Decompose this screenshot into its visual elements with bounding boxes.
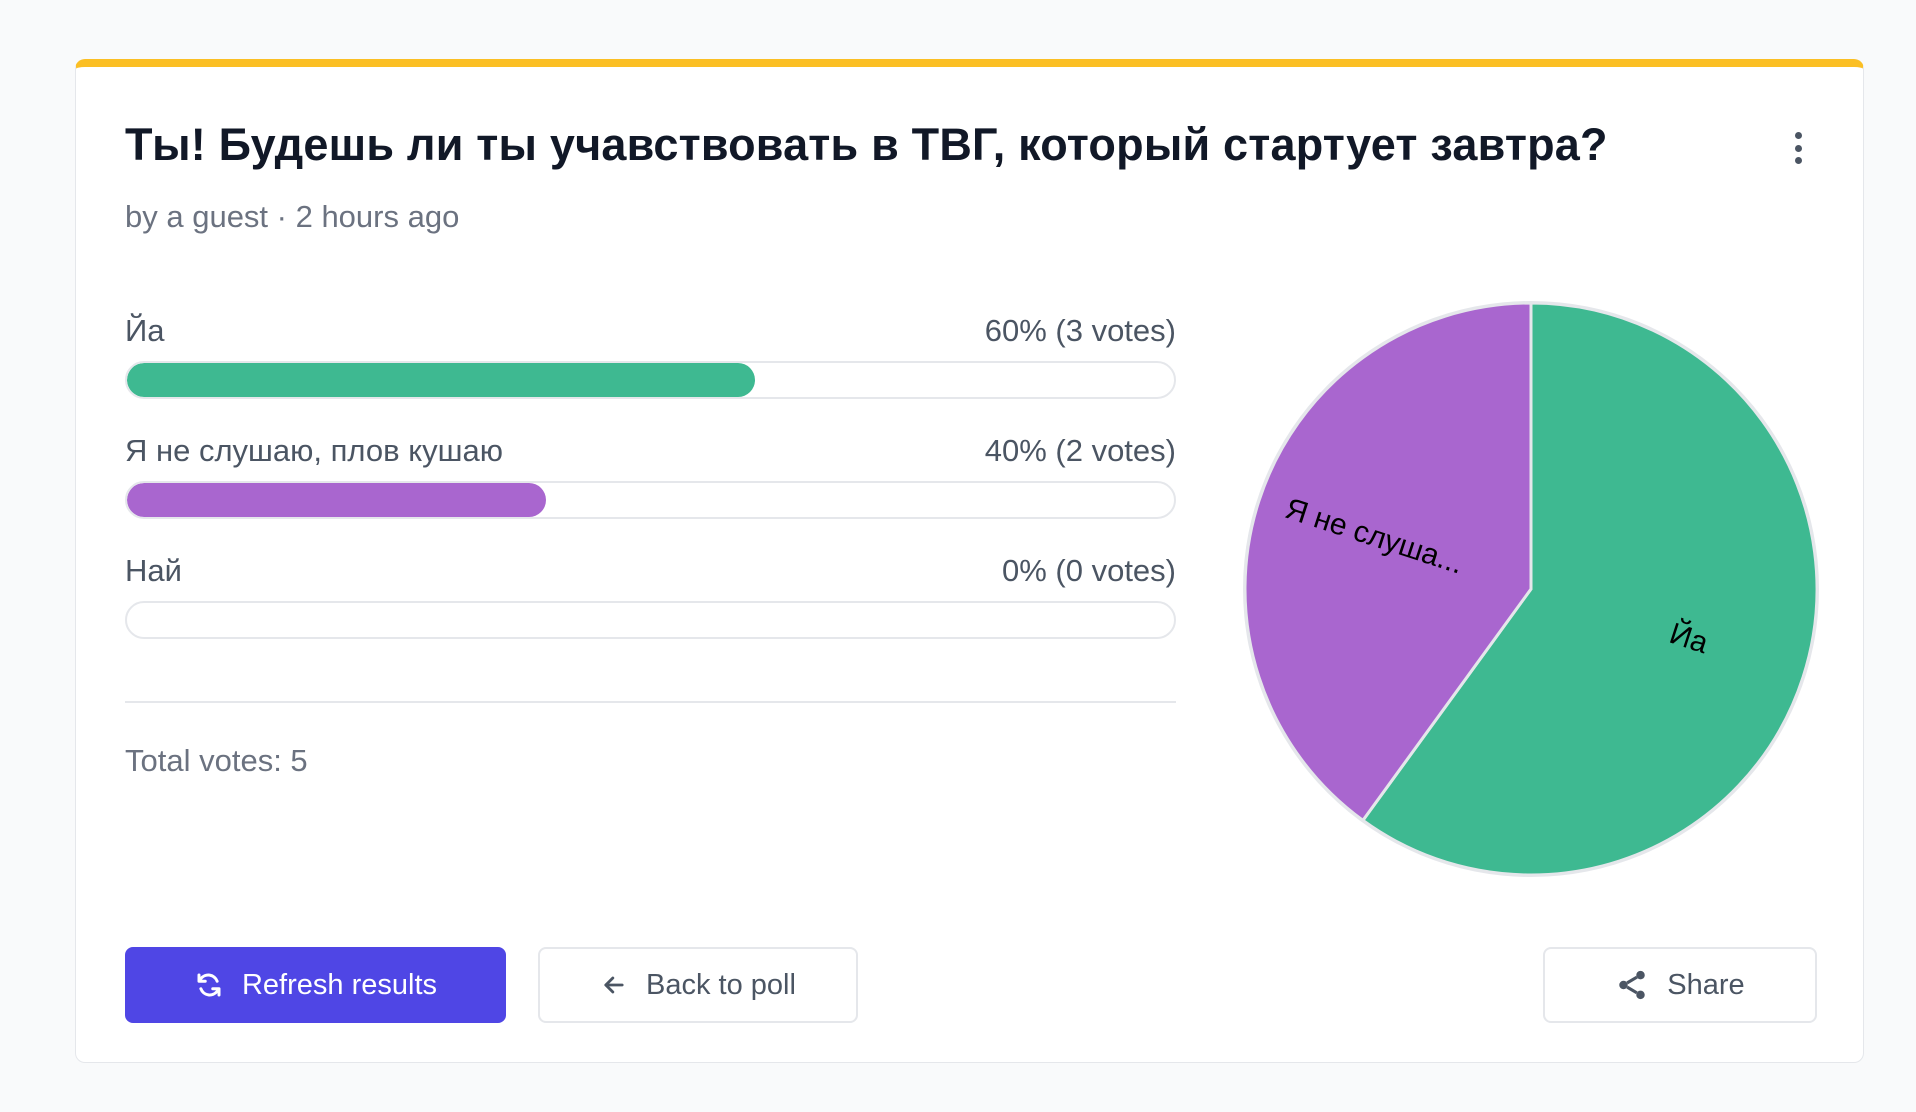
option-header: Я не слушаю, плов кушаю 40% (2 votes) [125,433,1176,475]
result-option: Йа 60% (3 votes) [125,313,1176,433]
option-label: Най [125,553,182,588]
result-bar-fill [127,363,756,397]
result-option: Я не слушаю, плов кушаю 40% (2 votes) [125,433,1176,553]
result-bar-track [125,481,1176,519]
refresh-icon [197,973,221,997]
poll-meta: by a guest · 2 hours ago [125,199,460,234]
results-list: Йа 60% (3 votes) Я не слушаю, плов кушаю… [125,313,1176,673]
more-options-icon[interactable] [1786,126,1810,170]
refresh-label: Refresh results [241,968,437,1001]
divider [125,701,1176,703]
result-bar-fill [127,483,546,517]
menu-dot [1794,144,1802,152]
option-header: Най 0% (0 votes) [125,553,1176,595]
option-label: Йа [125,313,165,348]
back-to-poll-button[interactable]: Back to poll [538,947,858,1023]
total-votes: Total votes: 5 [125,743,308,778]
menu-dot [1794,132,1802,139]
result-option: Най 0% (0 votes) [125,553,1176,673]
option-result: 40% (2 votes) [984,433,1176,468]
share-button[interactable]: Share [1543,947,1817,1023]
option-label: Я не слушаю, плов кушаю [125,433,503,468]
pie-chart-svg: ЙаЯ не слуша... [1243,301,1819,877]
share-label: Share [1667,968,1745,1001]
menu-dot [1794,157,1802,164]
back-label: Back to poll [646,968,796,1001]
pie-chart: Йа Я не слуша... [1241,299,1821,879]
option-header: Йа 60% (3 votes) [125,313,1176,355]
result-bar-track [125,601,1176,639]
arrow-left-icon [604,976,624,994]
share-icon [1619,970,1646,1000]
poll-results-card: Ты! Будешь ли ты учавствовать в ТВГ, кот… [75,59,1864,1063]
option-result: 60% (3 votes) [984,313,1176,348]
option-result: 0% (0 votes) [1001,553,1176,588]
result-bar-track [125,361,1176,399]
poll-title: Ты! Будешь ли ты учавствовать в ТВГ, кот… [125,119,1608,170]
refresh-results-button[interactable]: Refresh results [125,947,506,1023]
